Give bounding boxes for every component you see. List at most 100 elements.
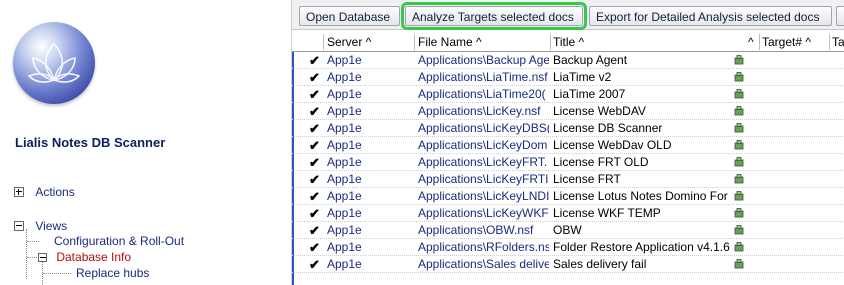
cell-title: License DB Scanner xyxy=(553,121,663,135)
checkmark-icon[interactable]: ✔ xyxy=(309,154,321,171)
column-divider xyxy=(550,34,551,50)
table-row[interactable]: ✔ App1e Applications\LicKeyDom License WebD… xyxy=(292,137,844,154)
column-header-title[interactable]: Title ^ xyxy=(553,33,733,51)
column-divider xyxy=(759,34,760,50)
tree-connector xyxy=(27,257,37,258)
checkmark-icon[interactable]: ✔ xyxy=(309,103,321,120)
expand-plus-icon[interactable] xyxy=(14,186,24,197)
cell-file-name: Applications\OBW.nsf xyxy=(418,223,534,237)
cell-file-name: Applications\LicKeyLNDI xyxy=(418,189,549,203)
tree-item-database-info[interactable]: Database Info xyxy=(38,249,131,265)
cell-file-name: Applications\Sales delive xyxy=(418,257,549,271)
table-row[interactable]: ✔ App1e Applications\LicKeyFRTI License FRT xyxy=(292,171,844,188)
checkmark-icon[interactable]: ✔ xyxy=(309,239,321,256)
table-row[interactable]: ✔ App1e Applications\LicKeyDBS(License DB … xyxy=(292,120,844,137)
cell-file-name: Applications\LiaTime.nsf xyxy=(418,70,548,84)
table-row[interactable]: ✔ App1e Applications\LicKeyFRT. License FRT… xyxy=(292,154,844,171)
cell-server: App1e xyxy=(327,104,362,118)
tree-connector xyxy=(27,241,39,242)
cell-server: App1e xyxy=(327,87,362,101)
cell-title: License WebDAV xyxy=(553,104,646,118)
cell-title: Folder Restore Application v4.1.6 xyxy=(553,240,730,254)
database-icon xyxy=(734,174,744,184)
database-icon xyxy=(734,72,744,82)
cell-server: App1e xyxy=(327,53,362,67)
column-divider xyxy=(323,34,324,50)
column-header-file-name[interactable]: File Name ^ xyxy=(418,33,548,51)
cell-title: LiaTime v2 xyxy=(553,70,612,84)
cell-title: License WKF TEMP xyxy=(553,206,661,220)
table-row[interactable]: ✔ App1e Applications\LicKeyWKF License WKF … xyxy=(292,205,844,222)
cell-title: Sales delivery fail xyxy=(553,257,647,271)
cell-server: App1e xyxy=(327,189,362,203)
database-icon xyxy=(734,208,744,218)
tree-label-configuration[interactable]: Configuration & Roll-Out xyxy=(54,234,184,248)
cell-title: License Lotus Notes Domino For xyxy=(553,189,728,203)
column-header-target[interactable]: Target# ^ xyxy=(762,33,828,51)
database-icon xyxy=(734,157,744,167)
database-icon xyxy=(734,242,744,252)
view-pane: Open Database Analyze Targets selected d… xyxy=(291,0,844,285)
tree-item-replace-hubs[interactable]: Replace hubs xyxy=(76,265,149,281)
column-divider xyxy=(829,34,830,50)
navigator-panel: Lialis Notes DB Scanner Actions Views Co… xyxy=(0,0,290,285)
table-row[interactable]: ✔ App1e Applications\OBW.nsf OBW xyxy=(292,222,844,239)
cell-server: App1e xyxy=(327,257,362,271)
cell-server: App1e xyxy=(327,138,362,152)
database-icon xyxy=(734,140,744,150)
tree-item-actions[interactable]: Actions xyxy=(14,183,75,199)
cell-title: License WebDav OLD xyxy=(553,138,672,152)
database-icon xyxy=(734,225,744,235)
table-row[interactable]: ✔ App1e Applications\LicKey.nsf License Web… xyxy=(292,103,844,120)
lotus-logo-icon xyxy=(13,22,95,104)
analyze-targets-button[interactable]: Analyze Targets selected docs xyxy=(401,2,587,30)
checkmark-icon[interactable]: ✔ xyxy=(309,86,321,103)
database-icon xyxy=(734,191,744,201)
checkmark-icon[interactable]: ✔ xyxy=(309,120,321,137)
column-header-server[interactable]: Server ^ xyxy=(327,33,412,51)
cell-title: LiaTime 2007 xyxy=(553,87,626,101)
column-header-ta[interactable]: Ta xyxy=(832,33,844,51)
tree-item-views[interactable]: Views xyxy=(14,217,67,233)
checkmark-icon[interactable]: ✔ xyxy=(309,205,321,222)
column-divider xyxy=(414,34,415,50)
cell-server: App1e xyxy=(327,240,362,254)
collapse-minus-icon[interactable] xyxy=(14,220,24,231)
database-icon xyxy=(734,259,744,269)
table-row[interactable]: ✔ App1e Applications\LiaTime20(LiaTime 200… xyxy=(292,86,844,103)
table-row[interactable]: ✔ App1e Applications\Backup Age Backup Agen… xyxy=(292,52,844,69)
action-bar: Open Database Analyze Targets selected d… xyxy=(292,0,844,30)
checkmark-icon[interactable]: ✔ xyxy=(309,171,321,188)
tree-item-configuration[interactable]: Configuration & Roll-Out xyxy=(54,233,184,249)
cell-file-name: Applications\LicKey.nsf xyxy=(418,104,541,118)
more-actions-button[interactable] xyxy=(836,6,844,26)
checkmark-icon[interactable]: ✔ xyxy=(309,256,321,273)
table-row[interactable]: ✔ App1e Applications\LiaTime.nsf LiaTime v2 xyxy=(292,69,844,86)
tree-label-database-info[interactable]: Database Info xyxy=(56,250,131,264)
open-database-button[interactable]: Open Database xyxy=(299,6,400,26)
cell-title: License FRT OLD xyxy=(553,155,649,169)
view-column-header: Server ^ File Name ^ Title ^ ^ Target# ^… xyxy=(292,33,844,52)
cell-server: App1e xyxy=(327,70,362,84)
checkmark-icon[interactable]: ✔ xyxy=(309,188,321,205)
checkmark-icon[interactable]: ✔ xyxy=(309,52,321,69)
table-row[interactable]: ✔ App1e Applications\LicKeyLNDI License Lot… xyxy=(292,188,844,205)
cell-file-name: Applications\LicKeyFRT. xyxy=(418,155,548,169)
tree-label-replace-hubs[interactable]: Replace hubs xyxy=(76,266,149,280)
export-detailed-analysis-button[interactable]: Export for Detailed Analysis selected do… xyxy=(589,6,832,26)
database-icon xyxy=(734,55,744,65)
table-row[interactable]: ✔ App1e Applications\Sales delive Sales del… xyxy=(292,256,844,273)
table-row[interactable]: ✔ App1e Applications\RFolders.ns Folder Res… xyxy=(292,239,844,256)
database-icon xyxy=(734,89,744,99)
tree-connector xyxy=(43,273,71,274)
checkmark-icon[interactable]: ✔ xyxy=(309,69,321,86)
checkmark-icon[interactable]: ✔ xyxy=(309,222,321,239)
tree-label-actions[interactable]: Actions xyxy=(35,185,74,199)
collapse-minus-icon[interactable] xyxy=(38,253,47,263)
database-icon xyxy=(734,123,744,133)
cell-file-name: Applications\LicKeyDom xyxy=(418,138,548,152)
tree-label-views[interactable]: Views xyxy=(35,219,67,233)
cell-title: OBW xyxy=(553,223,582,237)
checkmark-icon[interactable]: ✔ xyxy=(309,137,321,154)
database-icon xyxy=(734,106,744,116)
